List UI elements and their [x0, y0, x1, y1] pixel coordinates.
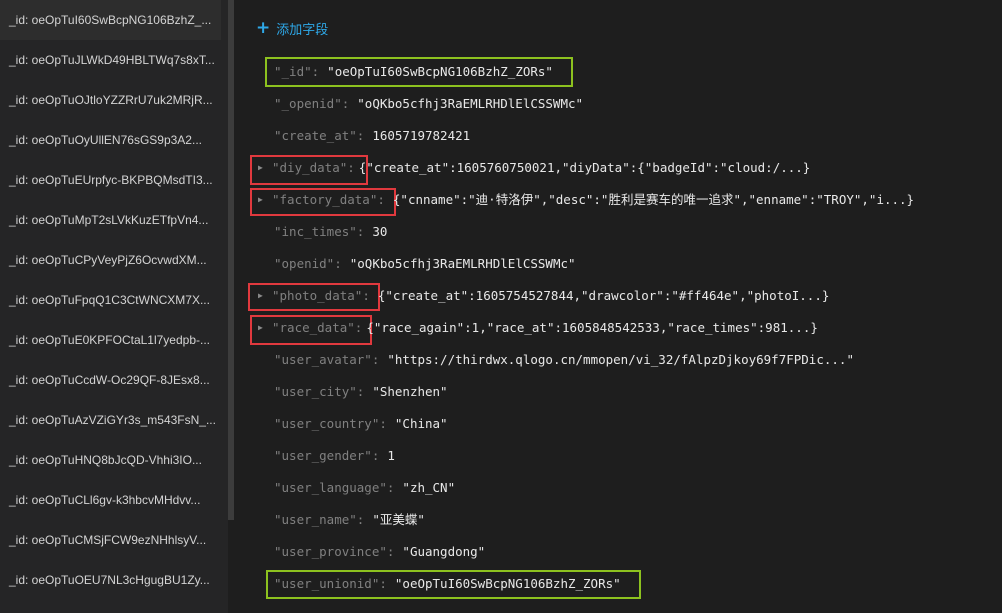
- document-list-item[interactable]: _id: oeOpTuCPyVeyPjZ6OcvwdXM...: [0, 240, 221, 280]
- field-value[interactable]: {"cnname":"迪·特洛伊","desc":"胜利是赛车的唯一追求","e…: [393, 188, 914, 212]
- field-value[interactable]: "Guangdong": [402, 540, 485, 564]
- field-value[interactable]: "Shenzhen": [372, 380, 447, 404]
- field-row-race-data[interactable]: ▶ "race_data": {"race_again":1,"race_at"…: [258, 316, 818, 340]
- field-key: "inc_times": [274, 224, 357, 239]
- field-row-openid-underscore[interactable]: "_openid": "oQKbo5cfhj3RaEMLRHDlElCSSWMc…: [274, 92, 583, 116]
- field-key: "_openid": [274, 96, 342, 111]
- field-key: "race_data": [272, 320, 355, 335]
- field-row-inc-times[interactable]: "inc_times": 30: [274, 220, 387, 244]
- plus-icon: +: [256, 17, 271, 38]
- document-list-item[interactable]: _id: oeOpTuOJtloYZZRrU7uk2MRjR...: [0, 80, 221, 120]
- document-list-item[interactable]: _id: oeOpTuI60SwBcpNG106BzhZ_...: [0, 0, 221, 40]
- field-value[interactable]: "https://thirdwx.qlogo.cn/mmopen/vi_32/f…: [387, 348, 854, 372]
- document-list-item[interactable]: _id: oeOpTuFpqQ1C3CtWNCXM7X...: [0, 280, 221, 320]
- field-key: "create_at": [274, 128, 357, 143]
- field-key: "user_unionid": [274, 576, 380, 591]
- field-key: "openid": [274, 256, 335, 271]
- field-value[interactable]: "亚美蝶": [372, 508, 425, 532]
- document-list-item[interactable]: _id: oeOpTuCLl6gv-k3hbcvMHdvv...: [0, 480, 221, 520]
- field-value[interactable]: "oeOpTuI60SwBcpNG106BzhZ_ZORs": [327, 60, 553, 84]
- field-key: "user_name": [274, 512, 357, 527]
- document-list-item[interactable]: _id: oeOpTuCMSjFCW9ezNHhlsyV...: [0, 520, 221, 560]
- field-value[interactable]: 1605719782421: [372, 124, 470, 148]
- field-value[interactable]: "oeOpTuI60SwBcpNG106BzhZ_ZORs": [395, 572, 621, 596]
- document-list-item[interactable]: _id: oeOpTuAzVZiGYr3s_m543FsN_...: [0, 400, 221, 440]
- field-key: "factory_data": [272, 192, 378, 207]
- document-list-item[interactable]: _id: oeOpTuOyUllEN76sGS9p3A2...: [0, 120, 221, 160]
- add-field-label: 添加字段: [276, 22, 329, 38]
- field-row-user-avatar[interactable]: "user_avatar": "https://thirdwx.qlogo.cn…: [274, 348, 854, 372]
- field-row-user-city[interactable]: "user_city": "Shenzhen": [274, 380, 448, 404]
- field-row-user-country[interactable]: "user_country": "China": [274, 412, 448, 436]
- field-value[interactable]: 1: [387, 444, 395, 468]
- field-key: "_id": [274, 64, 312, 79]
- field-value[interactable]: "zh_CN": [402, 476, 455, 500]
- document-list-item[interactable]: _id: oeOpTuMpT2sLVkKuzETfpVn4...: [0, 200, 221, 240]
- field-row-photo-data[interactable]: ▶ "photo_data": {"create_at":16057545278…: [258, 284, 829, 308]
- field-row-create-at[interactable]: "create_at": 1605719782421: [274, 124, 470, 148]
- field-key: "diy_data": [272, 160, 348, 175]
- field-row-user-unionid[interactable]: "user_unionid": "oeOpTuI60SwBcpNG106BzhZ…: [274, 572, 621, 596]
- document-list-item[interactable]: _id: oeOpTuCcdW-Oc29QF-8JEsx8...: [0, 360, 221, 400]
- document-detail-panel: + 添加字段 "_id": "oeOpTuI60SwBcpNG106BzhZ_Z…: [234, 0, 1002, 613]
- field-row-id[interactable]: "_id": "oeOpTuI60SwBcpNG106BzhZ_ZORs": [274, 60, 553, 84]
- document-list: _id: oeOpTuI60SwBcpNG106BzhZ_... _id: oe…: [0, 0, 228, 613]
- add-field-button[interactable]: + 添加字段: [256, 18, 328, 38]
- field-row-user-gender[interactable]: "user_gender": 1: [274, 444, 395, 468]
- field-value[interactable]: "oQKbo5cfhj3RaEMLRHDlElCSSWMc": [350, 252, 576, 276]
- expand-arrow-icon[interactable]: ▶: [258, 316, 266, 340]
- field-key: "user_province": [274, 544, 387, 559]
- field-value[interactable]: "China": [395, 412, 448, 436]
- field-value[interactable]: "oQKbo5cfhj3RaEMLRHDlElCSSWMc": [357, 92, 583, 116]
- document-list-item[interactable]: _id: oeOpTuE0KPFOCtaL1l7yedpb-...: [0, 320, 221, 360]
- field-key: "user_avatar": [274, 352, 372, 367]
- field-value[interactable]: {"race_again":1,"race_at":1605848542533,…: [366, 316, 818, 340]
- expand-arrow-icon[interactable]: ▶: [258, 188, 266, 212]
- expand-arrow-icon[interactable]: ▶: [258, 156, 266, 180]
- field-value[interactable]: 30: [372, 220, 387, 244]
- field-key: "photo_data": [272, 288, 363, 303]
- field-value[interactable]: {"create_at":1605754527844,"drawcolor":"…: [378, 284, 830, 308]
- field-key: "user_city": [274, 384, 357, 399]
- field-row-diy-data[interactable]: ▶ "diy_data": {"create_at":1605760750021…: [258, 156, 810, 180]
- field-key: "user_country": [274, 416, 380, 431]
- field-value[interactable]: {"create_at":1605760750021,"diyData":{"b…: [359, 156, 811, 180]
- field-key: "user_language": [274, 480, 387, 495]
- field-row-user-language[interactable]: "user_language": "zh_CN": [274, 476, 455, 500]
- document-list-item[interactable]: _id: oeOpTuHNQ8bJcQD-Vhhi3IO...: [0, 440, 221, 480]
- field-row-openid[interactable]: "openid": "oQKbo5cfhj3RaEMLRHDlElCSSWMc": [274, 252, 576, 276]
- field-key: "user_gender": [274, 448, 372, 463]
- document-list-item[interactable]: _id: oeOpTuEUrpfyc-BKPBQMsdTI3...: [0, 160, 221, 200]
- expand-arrow-icon[interactable]: ▶: [258, 284, 266, 308]
- document-list-item[interactable]: _id: oeOpTuOEU7NL3cHgugBU1Zy...: [0, 560, 221, 600]
- document-list-item[interactable]: _id: oeOpTuJLWkD49HBLTWq7s8xT...: [0, 40, 221, 80]
- field-row-user-name[interactable]: "user_name": "亚美蝶": [274, 508, 425, 532]
- field-row-user-province[interactable]: "user_province": "Guangdong": [274, 540, 485, 564]
- field-row-factory-data[interactable]: ▶ "factory_data": {"cnname":"迪·特洛伊","des…: [258, 188, 914, 212]
